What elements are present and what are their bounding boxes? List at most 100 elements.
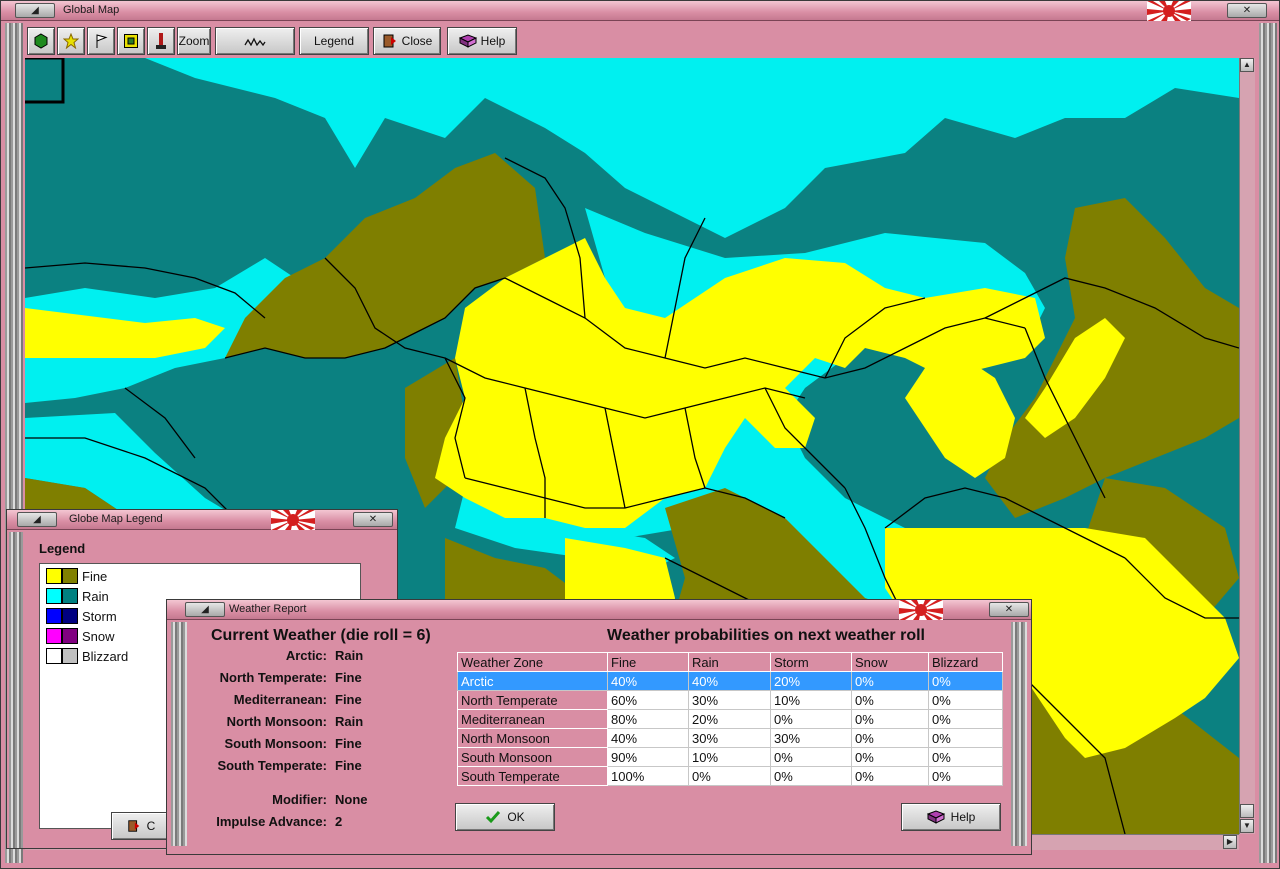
table-cell: 0% <box>770 766 852 786</box>
zone-cell: North Monsoon <box>457 728 608 748</box>
flag-icon <box>96 34 108 48</box>
table-cell: 0% <box>688 766 771 786</box>
weather-probability-table: Weather Zone Fine Rain Storm Snow Blizza… <box>457 652 1003 786</box>
minimize-button[interactable]: ◢ <box>15 3 55 18</box>
table-cell: 30% <box>688 690 771 710</box>
close-button[interactable]: Close <box>373 27 441 55</box>
table-row[interactable]: Mediterranean 80% 20% 0% 0% 0% <box>457 709 1003 729</box>
legend-close-icon-button[interactable]: ✕ <box>353 512 393 527</box>
table-cell: 30% <box>770 728 852 748</box>
rising-sun-icon <box>1147 1 1191 21</box>
zone-value: Rain <box>335 648 364 663</box>
scroll-down-button[interactable]: ▼ <box>1240 819 1254 833</box>
rising-sun-icon <box>271 510 315 530</box>
storm-light-swatch <box>46 608 62 624</box>
probabilities-heading: Weather probabilities on next weather ro… <box>607 627 925 644</box>
scroll-up-button[interactable]: ▲ <box>1240 58 1254 72</box>
table-row[interactable]: North Temperate 60% 30% 10% 0% 0% <box>457 690 1003 710</box>
current-weather-heading: Current Weather (die roll = 6) <box>211 627 431 644</box>
impulse-row: Impulse Advance: 2 <box>189 814 449 832</box>
table-row[interactable]: North Monsoon 40% 30% 30% 0% 0% <box>457 728 1003 748</box>
close-label: Close <box>401 34 433 48</box>
modifier-label: Modifier: <box>272 792 327 807</box>
col-header[interactable]: Storm <box>770 652 852 672</box>
zoom-button[interactable]: Zoom <box>177 27 211 55</box>
zone-value: Fine <box>335 670 362 685</box>
snow-dark-swatch <box>62 628 78 644</box>
table-cell: 0% <box>928 747 1003 767</box>
map-toolbar: Zoom Legend Close Help <box>27 25 1255 57</box>
table-cell: 40% <box>607 728 689 748</box>
legend-left-frame <box>9 532 23 848</box>
close-window-button[interactable]: ✕ <box>1227 3 1267 18</box>
legend-close-button[interactable]: C <box>111 812 171 840</box>
zone-cell: South Temperate <box>457 766 608 786</box>
fine-dark-swatch <box>62 568 78 584</box>
table-cell: 60% <box>607 690 689 710</box>
weather-close-icon-button[interactable]: ✕ <box>989 602 1029 617</box>
ok-button[interactable]: OK <box>455 803 555 831</box>
frame-tool-button[interactable] <box>117 27 145 55</box>
legend-titlebar[interactable]: ◢ Globe Map Legend ✕ <box>7 510 397 530</box>
storm-dark-swatch <box>62 608 78 624</box>
legend-item-fine: Fine <box>46 567 107 585</box>
zone-value: Rain <box>335 714 364 729</box>
hexagon-icon <box>34 33 48 49</box>
table-row[interactable]: South Temperate 100% 0% 0% 0% 0% <box>457 766 1003 786</box>
col-header[interactable]: Blizzard <box>928 652 1003 672</box>
unit-tool-button[interactable] <box>147 27 175 55</box>
table-row[interactable]: Arctic 40% 40% 20% 0% 0% <box>457 671 1003 691</box>
zone-cell: North Temperate <box>457 690 608 710</box>
table-cell: 0% <box>928 671 1003 691</box>
current-weather-list: Arctic: Rain North Temperate: Fine Medit… <box>189 648 389 788</box>
rain-dark-swatch <box>62 588 78 604</box>
blizzard-light-swatch <box>46 648 62 664</box>
sun-tool-button[interactable] <box>57 27 85 55</box>
close-door-icon <box>127 820 139 832</box>
table-cell: 0% <box>928 709 1003 729</box>
col-header[interactable]: Rain <box>688 652 771 672</box>
col-header[interactable]: Fine <box>607 652 689 672</box>
weather-report-titlebar[interactable]: ◢ Weather Report ✕ <box>167 600 1031 620</box>
close-door-icon <box>383 34 396 48</box>
help-button[interactable]: Help <box>447 27 517 55</box>
zone-label: Mediterranean: <box>233 692 327 707</box>
window-title: Global Map <box>63 4 120 16</box>
impulse-label: Impulse Advance: <box>216 814 327 829</box>
weather-help-button[interactable]: Help <box>901 803 1001 831</box>
book-icon <box>926 810 945 824</box>
star-icon <box>63 33 79 49</box>
weather-left-frame <box>171 622 187 846</box>
rain-light-swatch <box>46 588 62 604</box>
col-header[interactable]: Weather Zone <box>457 652 608 672</box>
table-header-row: Weather Zone Fine Rain Storm Snow Blizza… <box>457 652 1003 672</box>
rising-sun-icon <box>899 600 943 620</box>
table-cell: 100% <box>607 766 689 786</box>
table-cell: 0% <box>851 766 929 786</box>
map-vertical-scrollbar[interactable]: ▲ ▼ <box>1239 58 1255 834</box>
impulse-value: 2 <box>335 814 343 829</box>
table-cell: 0% <box>851 690 929 710</box>
zoom-label: Zoom <box>178 34 210 48</box>
flag-tool-button[interactable] <box>87 27 115 55</box>
col-header[interactable]: Snow <box>851 652 929 672</box>
table-cell: 20% <box>770 671 852 691</box>
weather-report-body: Current Weather (die roll = 6) Weather p… <box>189 620 1009 844</box>
mountains-icon <box>244 37 266 46</box>
table-cell: 40% <box>688 671 771 691</box>
scroll-right-button[interactable]: ▶ <box>1223 835 1237 849</box>
global-map-titlebar[interactable]: ◢ Global Map ✕ <box>1 1 1279 21</box>
table-cell: 0% <box>851 728 929 748</box>
table-cell: 0% <box>851 747 929 767</box>
legend-button[interactable]: Legend <box>299 27 369 55</box>
weather-minimize-button[interactable]: ◢ <box>185 602 225 617</box>
terrain-button[interactable] <box>215 27 295 55</box>
scroll-thumb[interactable] <box>1240 804 1254 818</box>
hex-tool-button[interactable] <box>27 27 55 55</box>
table-row[interactable]: South Monsoon 90% 10% 0% 0% 0% <box>457 747 1003 767</box>
table-cell: 0% <box>851 671 929 691</box>
zone-label: South Monsoon: <box>224 736 327 751</box>
legend-minimize-button[interactable]: ◢ <box>17 512 57 527</box>
snow-light-swatch <box>46 628 62 644</box>
zone-cell: Arctic <box>457 671 608 691</box>
